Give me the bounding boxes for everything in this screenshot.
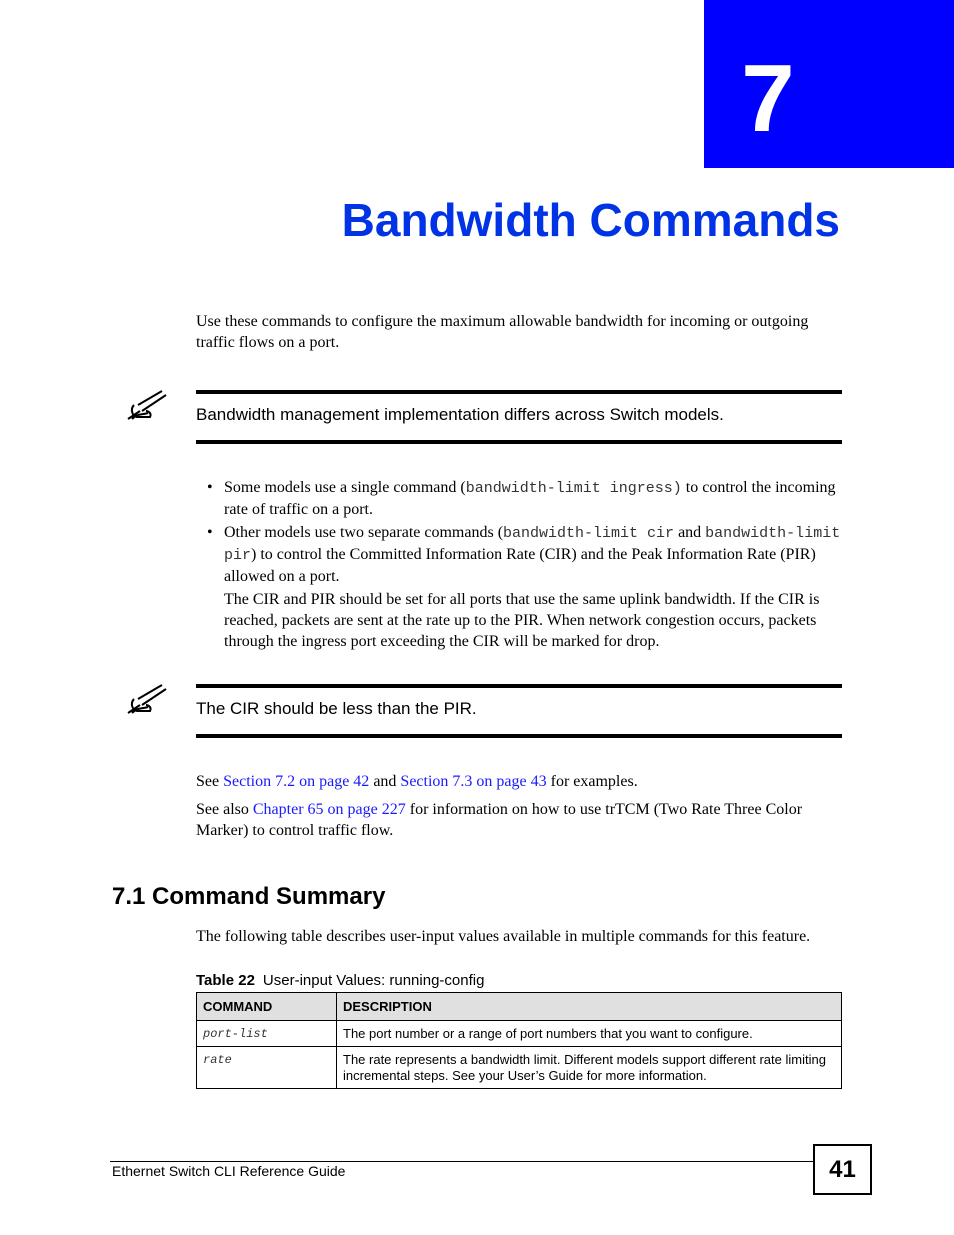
list-item: • Some models use a single command (band… [196,477,846,520]
note-text: The CIR should be less than the PIR. [196,699,477,718]
chapter-number-wrap: 7 [704,0,832,168]
cell-description: The port number or a range of port numbe… [336,1020,842,1047]
see-paragraph: See Section 7.2 on page 42 and Section 7… [196,771,846,792]
table-caption: Table 22 User-input Values: running-confi… [196,972,484,990]
footer-guide-title: Ethernet Switch CLI Reference Guide [112,1163,346,1179]
bullet-text: Some models use a single command ( [224,479,466,496]
table-row: rate The rate represents a bandwidth lim… [196,1046,842,1089]
cell-command: port-list [196,1020,337,1047]
bullet-icon: • [207,479,213,496]
link-section-7-2[interactable]: Section 7.2 on page 42 [223,773,369,790]
page-number: 41 [813,1144,872,1195]
text: for examples. [546,773,638,790]
code-snippet: bandwidth-limit ingress) [465,480,682,497]
bullet-text: and [674,524,706,541]
pen-note-icon [127,684,167,714]
note-box: Bandwidth management implementation diff… [196,390,842,444]
list-item: • Other models use two separate commands… [196,522,846,587]
link-chapter-65[interactable]: Chapter 65 on page 227 [253,801,406,818]
note-box: The CIR should be less than the PIR. [196,684,842,738]
code-snippet: bandwidth-limit cir [503,525,675,542]
column-header-command: COMMAND [196,992,337,1021]
link-section-7-3[interactable]: Section 7.3 on page 43 [400,773,546,790]
cell-description: The rate represents a bandwidth limit. D… [336,1046,842,1089]
pen-note-icon [127,390,167,420]
see-also-paragraph: See also Chapter 65 on page 227 for info… [196,799,846,841]
table-caption-label: Table 22 [196,972,255,989]
text: See [196,773,224,790]
cell-command: rate [196,1046,337,1089]
column-header-description: DESCRIPTION [336,992,842,1021]
chapter-number: 7 [741,45,795,152]
bullet-list: • Some models use a single command (band… [196,477,846,652]
bullet-text: Other models use two separate commands ( [224,524,504,541]
bullet-text: ) to control the Committed Information R… [224,546,816,585]
note-text: Bandwidth management implementation diff… [196,405,724,424]
text: and [369,773,401,790]
intro-paragraph: Use these commands to configure the maxi… [196,313,809,351]
user-input-values-table: COMMAND DESCRIPTION port-list The port n… [196,992,842,1089]
bullet-sub-paragraph: The CIR and PIR should be set for all po… [224,591,820,650]
section-intro: The following table describes user-input… [196,928,811,945]
table-caption-text: User-input Values: running-config [262,972,485,989]
text: See also [196,801,253,818]
chapter-title: Bandwidth Commands [341,194,840,246]
section-heading: 7.1 Command Summary [112,883,386,910]
table-row: port-list The port number or a range of … [196,1020,842,1047]
table-header-row: COMMAND DESCRIPTION [196,992,842,1021]
bullet-icon: • [207,524,213,541]
